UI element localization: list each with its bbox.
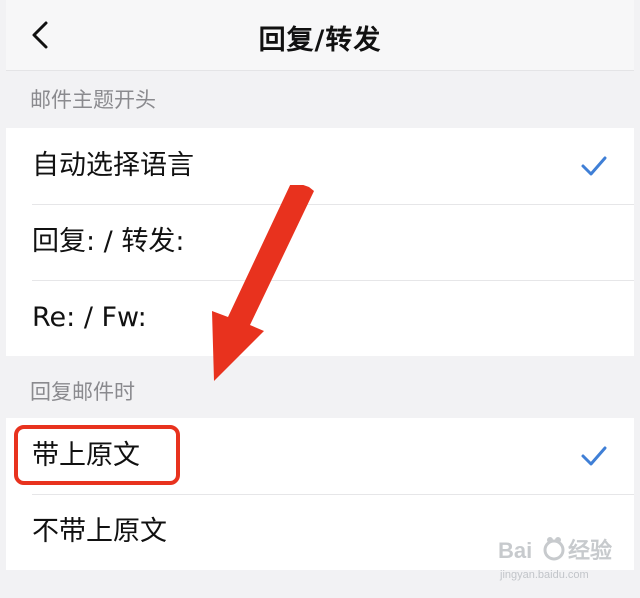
option-auto-language[interactable]: 自动选择语言: [6, 128, 634, 204]
settings-screen: 回复/转发 邮件主题开头 自动选择语言 回复: / 转发: Re: / Fw: …: [6, 0, 634, 598]
option-label: Re: / Fw:: [32, 302, 147, 333]
watermark-brand: Bai: [498, 538, 532, 563]
navigation-bar: 回复/转发: [6, 0, 634, 71]
watermark-suffix: 经验: [568, 538, 612, 563]
option-label: 不带上原文: [32, 516, 167, 547]
option-label: 回复: / 转发:: [32, 226, 185, 257]
option-english-prefix[interactable]: Re: / Fw:: [6, 280, 634, 356]
red-arrow-annotation: [212, 185, 314, 381]
page-title: 回复/转发: [258, 25, 382, 56]
option-label: 自动选择语言: [32, 150, 194, 181]
option-chinese-prefix[interactable]: 回复: / 转发:: [6, 204, 634, 280]
checkmark-icon: [581, 156, 607, 176]
checkmark-icon: [581, 446, 607, 466]
section-header-subject-prefix: 邮件主题开头: [30, 88, 156, 112]
subject-prefix-group: 自动选择语言 回复: / 转发: Re: / Fw:: [6, 128, 634, 356]
watermark-url: jingyan.baidu.com: [499, 569, 589, 581]
section-header-reply-mode: 回复邮件时: [30, 380, 135, 404]
baidu-watermark-logo: Bai 经验 jingyan.baidu.com: [498, 537, 612, 581]
red-highlight-box: [14, 425, 180, 485]
